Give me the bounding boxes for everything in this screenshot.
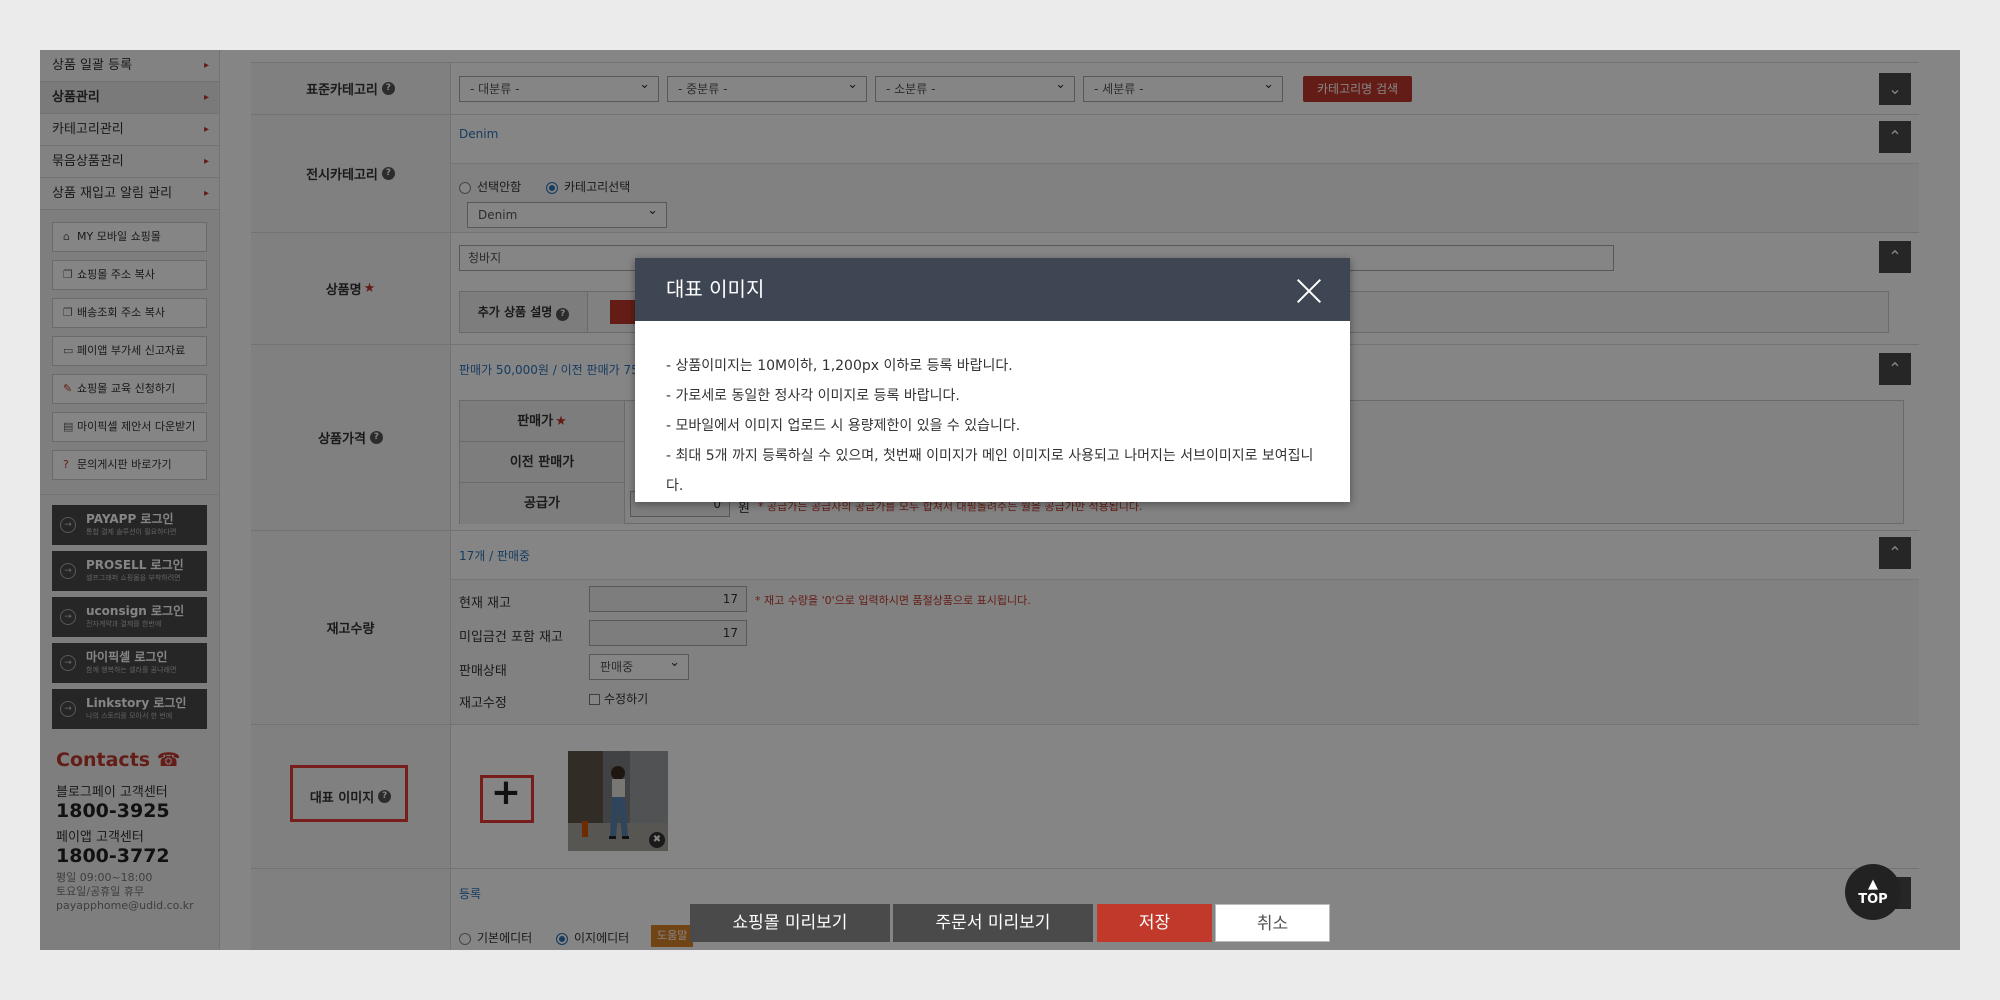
close-icon[interactable]: [1296, 278, 1322, 304]
arrow-up-icon: ▲: [1868, 877, 1878, 892]
modal-line: - 모바일에서 이미지 업로드 시 용량제한이 있을 수 있습니다.: [666, 418, 1021, 434]
order-preview-button[interactable]: 주문서 미리보기: [893, 904, 1093, 942]
modal-title: 대표 이미지: [666, 277, 765, 301]
scroll-top-label: TOP: [1858, 892, 1888, 907]
cancel-button[interactable]: 취소: [1215, 904, 1330, 942]
shop-preview-button[interactable]: 쇼핑몰 미리보기: [690, 904, 890, 942]
scroll-top-button[interactable]: ▲ TOP: [1845, 864, 1901, 920]
modal-line: - 상품이미지는 10M이하, 1,200px 이하로 등록 바랍니다.: [666, 358, 1013, 374]
modal-line: - 최대 5개 까지 등록하실 수 있으며, 첫번째 이미지가 메인 이미지로 …: [666, 448, 1314, 494]
main-image-info-modal: 대표 이미지 - 상품이미지는 10M이하, 1,200px 이하로 등록 바랍…: [635, 258, 1350, 502]
save-button[interactable]: 저장: [1097, 904, 1212, 942]
bottom-action-bar: 쇼핑몰 미리보기 주문서 미리보기 저장 취소: [40, 888, 1960, 950]
modal-line: - 가로세로 동일한 정사각 이미지로 등록 바랍니다.: [666, 388, 960, 404]
modal-body: - 상품이미지는 10M이하, 1,200px 이하로 등록 바랍니다. - 가…: [635, 321, 1350, 531]
modal-header: 대표 이미지: [635, 258, 1350, 321]
